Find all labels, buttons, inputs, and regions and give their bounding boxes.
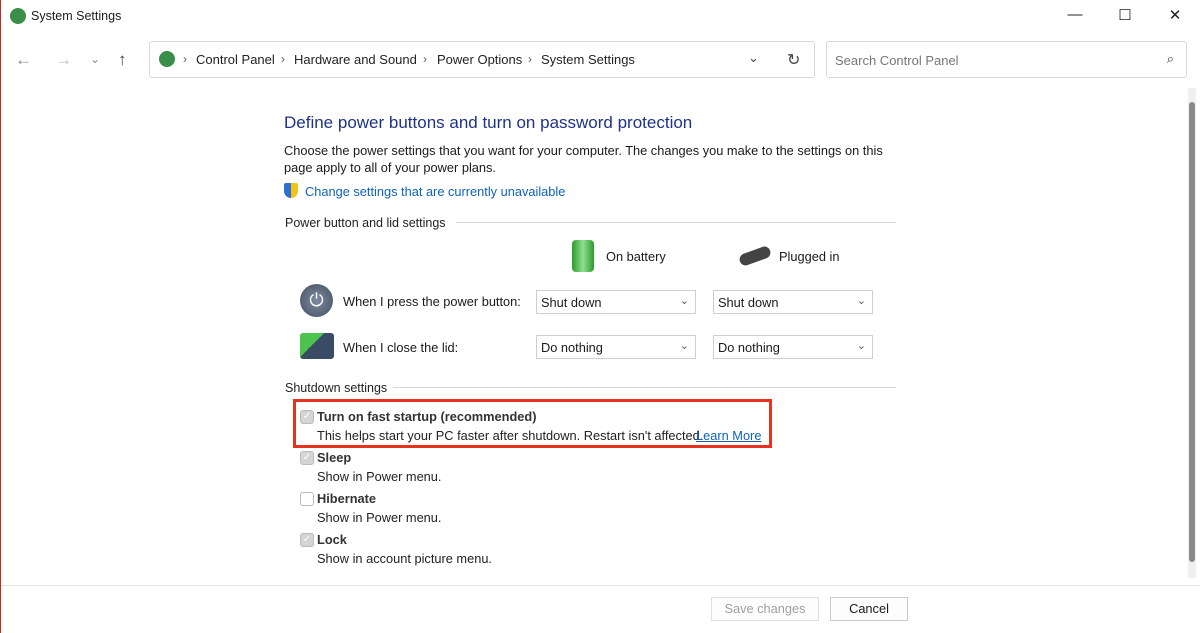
title-bar: System Settings — ☐ ✕ bbox=[1, 0, 1200, 34]
lock-label: Lock bbox=[317, 532, 347, 547]
up-button[interactable]: ↑ bbox=[118, 50, 127, 70]
hibernate-label: Hibernate bbox=[317, 491, 377, 506]
sleep-checkbox[interactable]: ✓ bbox=[300, 451, 314, 465]
sleep-label: Sleep bbox=[317, 450, 352, 465]
save-changes-button[interactable]: Save changes bbox=[711, 597, 819, 621]
scrollbar-thumb[interactable] bbox=[1189, 102, 1195, 562]
col-on-battery: On battery bbox=[606, 249, 666, 264]
lid-plugged-select[interactable]: Do nothing ⌄ bbox=[713, 335, 873, 359]
back-button[interactable]: ← bbox=[15, 50, 32, 70]
fast-startup-desc: This helps start your PC faster after sh… bbox=[317, 428, 704, 443]
section-power-button: Power button and lid settings bbox=[285, 216, 446, 230]
page-title: Define power buttons and turn on passwor… bbox=[284, 113, 693, 132]
fast-startup-checkbox[interactable]: ✓ bbox=[300, 410, 314, 424]
power-button-icon: ⏻ bbox=[300, 284, 333, 317]
section-shutdown: Shutdown settings bbox=[285, 381, 388, 395]
breadcrumb-power-options[interactable]: Power Options bbox=[437, 52, 522, 67]
breadcrumb-system-settings[interactable]: System Settings bbox=[541, 52, 635, 67]
hibernate-checkbox[interactable] bbox=[300, 492, 314, 506]
close-button[interactable]: ✕ bbox=[1160, 6, 1190, 28]
hibernate-desc: Show in Power menu. bbox=[317, 510, 442, 525]
search-icon[interactable]: ⌕ bbox=[1167, 51, 1174, 67]
minimize-button[interactable]: — bbox=[1060, 6, 1090, 28]
sleep-desc: Show in Power menu. bbox=[317, 469, 442, 484]
recent-locations-button[interactable]: ⌄ bbox=[90, 52, 100, 66]
change-settings-link[interactable]: Change settings that are currently unava… bbox=[305, 184, 565, 199]
battery-icon bbox=[572, 240, 594, 272]
chevron-down-icon[interactable]: ⌄ bbox=[748, 50, 759, 66]
scrollbar[interactable] bbox=[1188, 88, 1196, 578]
power-button-label: When I press the power button: bbox=[343, 294, 521, 309]
col-plugged-in: Plugged in bbox=[779, 249, 840, 264]
breadcrumb-control-panel[interactable]: Control Panel bbox=[196, 52, 275, 67]
power-button-plugged-select[interactable]: Shut down ⌄ bbox=[713, 290, 873, 314]
lock-desc: Show in account picture menu. bbox=[317, 551, 492, 566]
cancel-button[interactable]: Cancel bbox=[830, 597, 908, 621]
lid-label: When I close the lid: bbox=[343, 340, 459, 355]
search-input[interactable]: Search Control Panel ⌕ bbox=[826, 41, 1187, 78]
lid-battery-select[interactable]: Do nothing ⌄ bbox=[536, 335, 696, 359]
address-bar[interactable]: › Control Panel › Hardware and Sound › P… bbox=[149, 41, 815, 78]
learn-more-link[interactable]: Learn More bbox=[696, 428, 761, 443]
shield-icon bbox=[284, 183, 298, 198]
control-panel-icon bbox=[10, 8, 26, 24]
breadcrumb-hardware-sound[interactable]: Hardware and Sound bbox=[294, 52, 417, 67]
page-description: Choose the power settings that you want … bbox=[284, 143, 883, 175]
refresh-icon[interactable]: ↻ bbox=[787, 50, 800, 70]
lock-checkbox[interactable]: ✓ bbox=[300, 533, 314, 547]
power-button-battery-select[interactable]: Shut down ⌄ bbox=[536, 290, 696, 314]
laptop-lid-icon bbox=[300, 333, 334, 359]
window-title: System Settings bbox=[31, 9, 122, 23]
maximize-button[interactable]: ☐ bbox=[1110, 6, 1140, 28]
control-panel-icon bbox=[159, 51, 175, 67]
forward-button[interactable]: → bbox=[55, 50, 72, 70]
plug-icon bbox=[737, 244, 773, 268]
fast-startup-label: Turn on fast startup (recommended) bbox=[317, 409, 537, 424]
